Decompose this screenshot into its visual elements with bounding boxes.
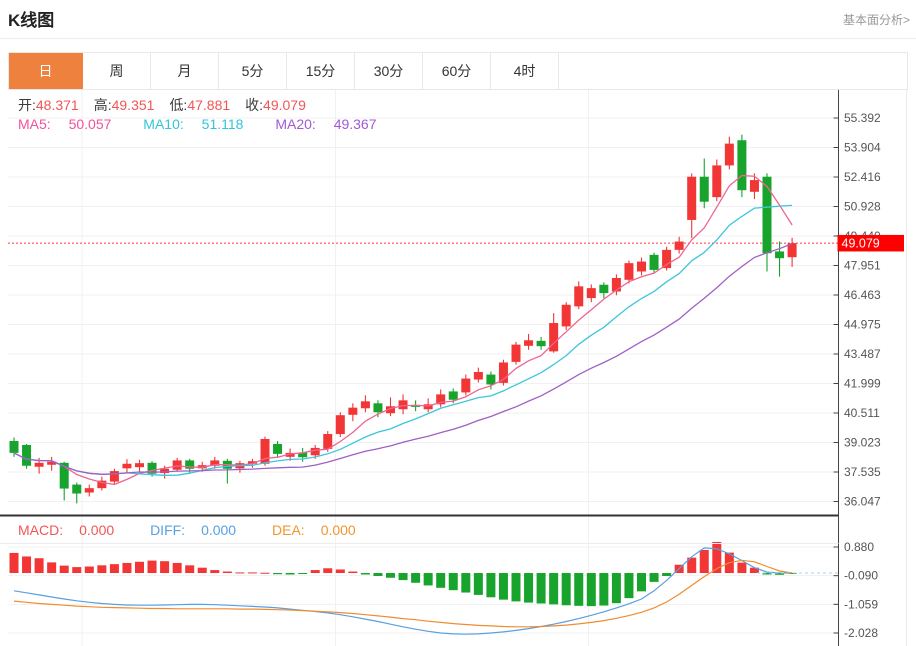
ohlc-readout: 开:48.371 高:49.351 低:47.881 收:49.079 (18, 95, 321, 115)
axis-tick-label: -2.028 (844, 626, 878, 640)
open-label: 开: (18, 97, 36, 113)
price-axis: 55.39253.90452.41650.92849.44047.95146.4… (834, 90, 882, 646)
tab-4时[interactable]: 4时 (491, 53, 559, 89)
open-value: 48.371 (36, 97, 79, 113)
tab-15分[interactable]: 15分 (287, 53, 355, 89)
low-value: 47.881 (187, 97, 230, 113)
tab-60分[interactable]: 60分 (423, 53, 491, 89)
axis-tick-label: -1.059 (844, 597, 878, 611)
tab-日[interactable]: 日 (9, 53, 83, 89)
axis-tick-label: -0.090 (844, 569, 878, 583)
axis-tick-label: 47.951 (844, 259, 881, 273)
macd-readout: MACD:0.000 DIFF:0.000 DEA:0.000 (18, 522, 388, 538)
header-separator (0, 38, 916, 39)
svg-text:49.079: 49.079 (842, 236, 880, 250)
tab-5分[interactable]: 5分 (219, 53, 287, 89)
macd-value: MACD:0.000 (18, 522, 130, 538)
axis-tick-label: 40.511 (844, 406, 880, 420)
tab-月[interactable]: 月 (151, 53, 219, 89)
axis-tick-label: 43.487 (844, 347, 881, 361)
axis-tick-label: 52.416 (844, 170, 881, 184)
high-value: 49.351 (112, 97, 155, 113)
axis-tick-label: 55.392 (844, 111, 881, 125)
ma5-readout: MA5: 50.057 (18, 116, 125, 132)
axis-tick-label: 46.463 (844, 288, 881, 302)
close-label: 收: (245, 97, 263, 113)
fundamental-analysis-link[interactable]: 基本面分析> (843, 11, 910, 28)
tab-30分[interactable]: 30分 (355, 53, 423, 89)
pane-separator (0, 515, 839, 517)
ma20-line (14, 244, 792, 475)
low-label: 低: (169, 97, 187, 113)
ma5-line (14, 176, 792, 485)
interval-tab-bar: 日周月5分15分30分60分4时 (8, 52, 908, 90)
close-value: 49.079 (263, 97, 306, 113)
page-title: K线图 (8, 6, 54, 31)
axis-tick-label: 37.535 (844, 465, 881, 479)
ma20-readout: MA20: 49.367 (275, 116, 390, 132)
macd-histogram (10, 542, 797, 606)
axis-tick-label: 53.904 (844, 140, 881, 154)
diff-value: DIFF:0.000 (150, 522, 252, 538)
dea-value: DEA:0.000 (272, 522, 372, 538)
axis-tick-label: 50.928 (844, 199, 881, 213)
axis-tick-label: 44.975 (844, 318, 881, 332)
ma-readout: MA5: 50.057 MA10: 51.118 MA20: 49.367 (18, 116, 405, 132)
axis-tick-label: 41.999 (844, 377, 881, 391)
high-label: 高: (94, 97, 112, 113)
tab-周[interactable]: 周 (83, 53, 151, 89)
axis-tick-label: 39.023 (844, 436, 881, 450)
axis-tick-label: 36.047 (844, 495, 881, 509)
axis-tick-label: 0.880 (844, 540, 874, 554)
current-price-label: 49.079 (838, 235, 905, 252)
diff-line (14, 548, 792, 634)
ma10-readout: MA10: 51.118 (143, 116, 257, 132)
